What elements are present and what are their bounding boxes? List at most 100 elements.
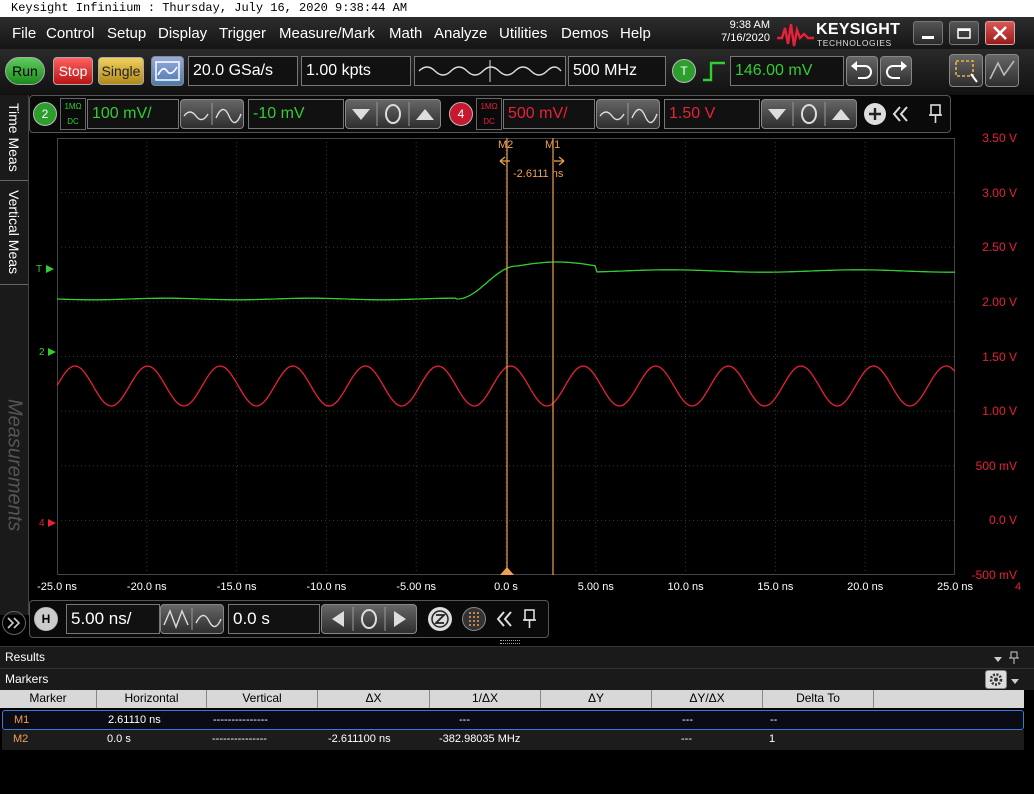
acquisition-mode-display[interactable] — [414, 56, 566, 86]
column-header-dx[interactable]: ΔX — [318, 690, 430, 708]
maximize-button[interactable] — [949, 21, 979, 45]
channel-2-offset-field[interactable]: -10 mV — [248, 99, 344, 129]
x-tick-label: 15.0 ns — [757, 581, 794, 593]
single-button[interactable]: Single — [98, 57, 144, 85]
channel-2-scale-knob[interactable] — [180, 99, 244, 129]
expand-panel-button[interactable] — [2, 611, 26, 635]
markers-title: Markers — [5, 672, 49, 686]
channel-2-offset-controls[interactable] — [345, 99, 441, 129]
redo-button[interactable] — [880, 56, 912, 86]
column-header-dy[interactable]: ΔY — [541, 690, 652, 708]
clock-date: 7/16/2020 — [721, 32, 770, 44]
trigger-level-field[interactable]: 146.00 mV — [730, 56, 844, 86]
horizontal-position-field[interactable]: 0.0 s — [228, 604, 320, 634]
menu-utilities[interactable]: Utilities — [499, 25, 547, 42]
channel-4-scale-field[interactable]: 500 mV/ — [503, 99, 595, 129]
pin-icon[interactable] — [1008, 651, 1020, 665]
tab-measurements[interactable]: Measurements — [0, 365, 28, 565]
horizontal-badge[interactable]: H — [34, 607, 58, 631]
dropdown-icon[interactable] — [1009, 675, 1021, 687]
gear-icon — [989, 673, 1003, 686]
menu-math[interactable]: Math — [389, 25, 422, 42]
marker-m2-label[interactable]: M2 — [498, 139, 513, 151]
close-button[interactable] — [985, 21, 1015, 45]
menu-file[interactable]: File — [12, 25, 36, 42]
run-button[interactable]: Run — [5, 57, 45, 85]
redo-icon — [886, 61, 907, 79]
channel-4-badge[interactable]: 4 — [449, 102, 473, 126]
channel-2-coupling[interactable]: 1MΩ DC — [60, 98, 86, 130]
column-header-horizontal[interactable]: Horizontal — [97, 690, 207, 708]
minimize-button[interactable] — [913, 21, 943, 45]
autoscale-button[interactable] — [151, 56, 184, 86]
draw-mode-button[interactable] — [985, 54, 1019, 87]
dropdown-icon[interactable] — [992, 653, 1004, 665]
x-tick-label: 25.0 ns — [936, 581, 974, 593]
menu-setup[interactable]: Setup — [107, 25, 146, 42]
clock-time: 9:38 AM — [729, 19, 770, 31]
horizontal-position-controls[interactable] — [321, 604, 417, 634]
bandwidth-field[interactable]: 500 MHz — [568, 56, 666, 86]
table-row[interactable]: M1 2.61110 ns --------------- --- --- -- — [2, 710, 1024, 730]
panel-splitter[interactable] — [500, 640, 520, 644]
menu-demos[interactable]: Demos — [561, 25, 609, 42]
menu-trigger[interactable]: Trigger — [219, 25, 266, 42]
row-inv-dx: --- — [459, 714, 470, 726]
column-header-vertical[interactable]: Vertical — [207, 690, 318, 708]
column-header-marker[interactable]: Marker — [0, 690, 97, 708]
zoom-button[interactable] — [428, 607, 452, 631]
menu-control[interactable]: Control — [46, 25, 94, 42]
channel-2-ground-marker[interactable]: 2 — [39, 347, 57, 358]
menu-display[interactable]: Display — [158, 25, 207, 42]
tab-time-meas[interactable]: Time Meas — [0, 95, 28, 181]
results-header: Results — [0, 646, 1034, 668]
x-tick-label: -15.0 ns — [216, 581, 257, 593]
x-tick-label: 10.0 ns — [667, 581, 704, 593]
row-marker: M1 — [14, 714, 30, 726]
pin-icon[interactable] — [520, 607, 540, 631]
channel-4-coupling[interactable]: 1MΩ DC — [476, 98, 502, 130]
menu-measure-mark[interactable]: Measure/Mark — [279, 25, 375, 42]
scale-knob-icon — [163, 608, 222, 630]
undo-button[interactable] — [846, 56, 878, 86]
menu-analyze[interactable]: Analyze — [434, 25, 487, 42]
channel-2-badge[interactable]: 2 — [33, 102, 57, 126]
column-header-delta-to[interactable]: Delta To — [763, 690, 874, 708]
zoom-box-button[interactable] — [949, 54, 983, 87]
results-title: Results — [5, 650, 46, 664]
pin-icon[interactable] — [926, 102, 946, 126]
memory-depth-field[interactable]: 1.00 kpts — [301, 56, 411, 86]
channel-2-scale-field[interactable]: 100 mV/ — [87, 99, 179, 129]
stop-button[interactable]: Stop — [53, 57, 93, 85]
channel-4-coupling-mode: DC — [483, 117, 495, 126]
settings-button[interactable] — [985, 670, 1007, 689]
marker-m1-label[interactable]: M1 — [545, 139, 560, 151]
tab-vertical-meas[interactable]: Vertical Meas — [0, 181, 28, 285]
column-header-inv-dx[interactable]: 1/ΔX — [430, 690, 541, 708]
channel-4-offset-controls[interactable] — [761, 99, 857, 129]
channel-4-ground-marker[interactable]: 4 — [39, 518, 57, 529]
brand-name: KEYSIGHT — [816, 21, 901, 38]
position-arrows-icon — [332, 607, 406, 631]
channel-4-scale-knob[interactable] — [596, 99, 660, 129]
row-marker: M2 — [13, 733, 29, 745]
add-channel-button[interactable] — [864, 103, 886, 125]
channel-bar: 2 1MΩ DC 100 mV/ -10 mV 4 1MΩ DC 500 mV/… — [29, 95, 951, 133]
horizontal-scale-knob[interactable] — [160, 604, 224, 634]
double-chevron-left-icon[interactable] — [494, 607, 516, 631]
row-inv-dx: -382.98035 MHz — [439, 733, 521, 745]
x-tick-label: 20.0 ns — [847, 581, 884, 593]
trigger-level-marker[interactable]: T — [36, 264, 55, 275]
menu-help[interactable]: Help — [620, 25, 651, 42]
channel-4-offset-field[interactable]: 1.50 V — [664, 99, 760, 129]
table-row[interactable]: M2 0.0 s --------------- -2.611100 ns -3… — [2, 730, 1024, 750]
channel-2-impedance: 1MΩ — [64, 102, 82, 111]
waveform-display[interactable] — [57, 138, 955, 575]
horizontal-scale-field[interactable]: 5.00 ns/ — [66, 604, 160, 634]
offset-arrows-icon — [768, 102, 850, 126]
trigger-source-badge[interactable]: T — [672, 59, 696, 83]
column-header-dydx[interactable]: ΔY/ΔX — [652, 690, 763, 708]
navigate-button[interactable] — [462, 607, 486, 631]
double-chevron-left-icon[interactable] — [890, 102, 912, 126]
sample-rate-field[interactable]: 20.0 GSa/s — [188, 56, 298, 86]
